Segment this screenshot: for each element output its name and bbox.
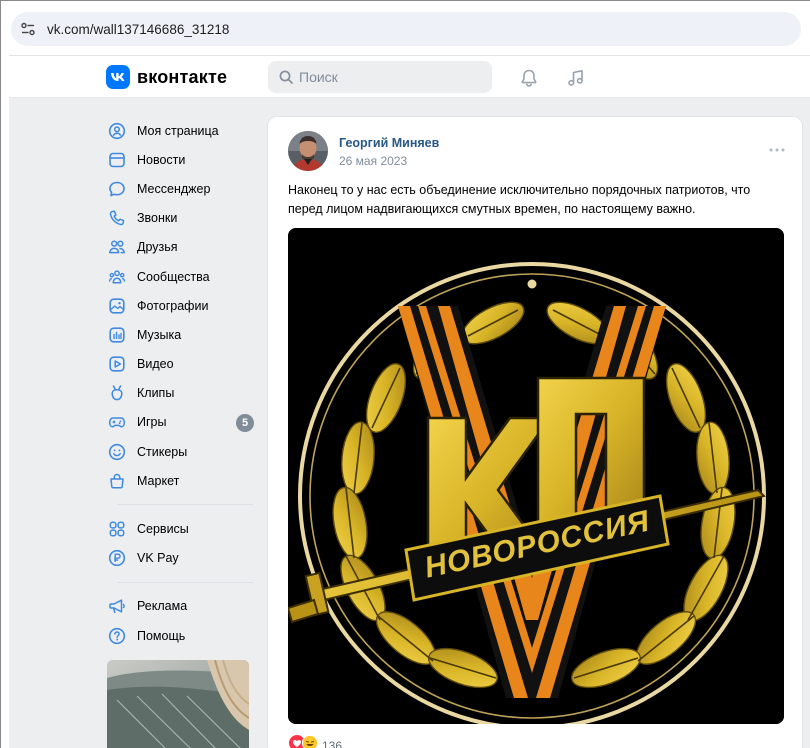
search-input[interactable]: [299, 69, 469, 85]
bag-icon: [107, 471, 127, 491]
author-avatar[interactable]: [288, 131, 328, 171]
sidebar-divider: [117, 504, 253, 506]
sidebar-item-market[interactable]: Маркет: [107, 466, 257, 495]
vk-header: вконтакте: [9, 56, 810, 98]
news-icon: [107, 150, 127, 170]
sidebar-item-label: Реклама: [137, 599, 188, 614]
vk-logo[interactable]: вконтакте: [106, 65, 227, 89]
sidebar-item-video[interactable]: Видео: [107, 350, 257, 379]
browser-window: vk.com/wall137146686_31218 вконтакте Пои…: [0, 0, 810, 748]
sidebar-item-label: VK Pay: [137, 551, 179, 566]
sidebar-item-messenger[interactable]: Мессенджер: [107, 174, 257, 203]
sidebar-item-label: Мессенджер: [137, 181, 211, 196]
sidebar-item-games[interactable]: Игры 5: [107, 408, 257, 437]
sidebar-item-label: Помощь: [137, 628, 186, 643]
reactions-bar[interactable]: 136: [289, 734, 343, 748]
reactions-count: 136: [322, 738, 343, 748]
sidebar-item-ads[interactable]: Реклама: [107, 592, 257, 621]
clips-icon: [107, 383, 127, 403]
sidebar-item-label: Друзья: [137, 240, 178, 255]
sidebar-item-clips[interactable]: Клипы: [107, 379, 257, 408]
gamepad-icon: [107, 412, 127, 432]
sidebar-divider: [117, 581, 253, 583]
more-options-icon[interactable]: [768, 147, 786, 153]
url-text[interactable]: vk.com/wall137146686_31218: [47, 22, 229, 37]
phone-icon: [107, 208, 127, 228]
sidebar-item-label: Моя страница: [137, 123, 219, 138]
sidebar-item-friends[interactable]: Друзья: [107, 233, 257, 262]
sidebar-ad-image[interactable]: [107, 660, 249, 748]
sidebar-item-news[interactable]: Новости: [107, 145, 257, 174]
help-icon: [107, 626, 127, 646]
sidebar-item-communities[interactable]: Сообщества: [107, 262, 257, 291]
post-image[interactable]: НОВОРОССИЯ: [288, 228, 784, 724]
sidebar-item-photos[interactable]: Фотографии: [107, 291, 257, 320]
services-icon: [107, 519, 127, 539]
video-icon: [107, 354, 127, 374]
wall-post: Георгий Миняев 26 мая 2023 Наконец то у …: [267, 116, 803, 748]
music-icon: [107, 325, 127, 345]
user-circle-icon: [107, 121, 127, 141]
sidebar-item-help[interactable]: Помощь: [107, 621, 257, 650]
friends-icon: [107, 237, 127, 257]
post-text: Наконец то у нас есть объединение исключ…: [288, 183, 751, 216]
vk-logo-icon: [106, 65, 130, 89]
laugh-reaction-icon: [301, 734, 319, 748]
sidebar-item-stickers[interactable]: Стикеры: [107, 437, 257, 466]
vk-page: вконтакте Поиск Моя страница Новости Мес…: [9, 55, 810, 748]
sidebar-item-label: Маркет: [137, 473, 180, 488]
ruble-icon: [107, 548, 127, 568]
sidebar-item-label: Музыка: [137, 327, 182, 342]
address-bar[interactable]: vk.com/wall137146686_31218: [11, 12, 801, 46]
message-icon: [107, 179, 127, 199]
sidebar-item-label: Сервисы: [137, 522, 189, 537]
sidebar-item-music[interactable]: Музыка: [107, 320, 257, 349]
sidebar-item-label: Видео: [137, 357, 174, 372]
post-date[interactable]: 26 мая 2023: [339, 154, 407, 168]
music-player-icon[interactable]: [564, 66, 588, 90]
site-settings-icon[interactable]: [17, 18, 39, 40]
bell-icon[interactable]: [517, 66, 541, 90]
smile-icon: [107, 442, 127, 462]
search-icon: [279, 70, 293, 84]
sidebar-item-label: Клипы: [137, 386, 175, 401]
search-box[interactable]: [268, 61, 492, 93]
sidebar-item-label: Стикеры: [137, 444, 188, 459]
sidebar-item-services[interactable]: Сервисы: [107, 514, 257, 543]
megaphone-icon: [107, 596, 127, 616]
communities-icon: [107, 267, 127, 287]
sidebar-item-label: Сообщества: [137, 269, 210, 284]
sidebar-item-my-page[interactable]: Моя страница: [107, 116, 257, 145]
photo-icon: [107, 296, 127, 316]
sidebar-item-calls[interactable]: Звонки: [107, 204, 257, 233]
post-author-name[interactable]: Георгий Миняев: [339, 136, 439, 150]
sidebar-item-vk-pay[interactable]: VK Pay: [107, 544, 257, 573]
sidebar-item-label: Звонки: [137, 211, 178, 226]
vk-logo-text: вконтакте: [137, 66, 228, 87]
sidebar-item-label: Игры: [137, 415, 167, 430]
games-badge: 5: [236, 413, 254, 432]
left-menu: Моя страница Новости Мессенджер Звонки Д…: [107, 116, 257, 650]
sidebar-item-label: Новости: [137, 152, 186, 167]
sidebar-item-label: Фотографии: [137, 298, 209, 313]
